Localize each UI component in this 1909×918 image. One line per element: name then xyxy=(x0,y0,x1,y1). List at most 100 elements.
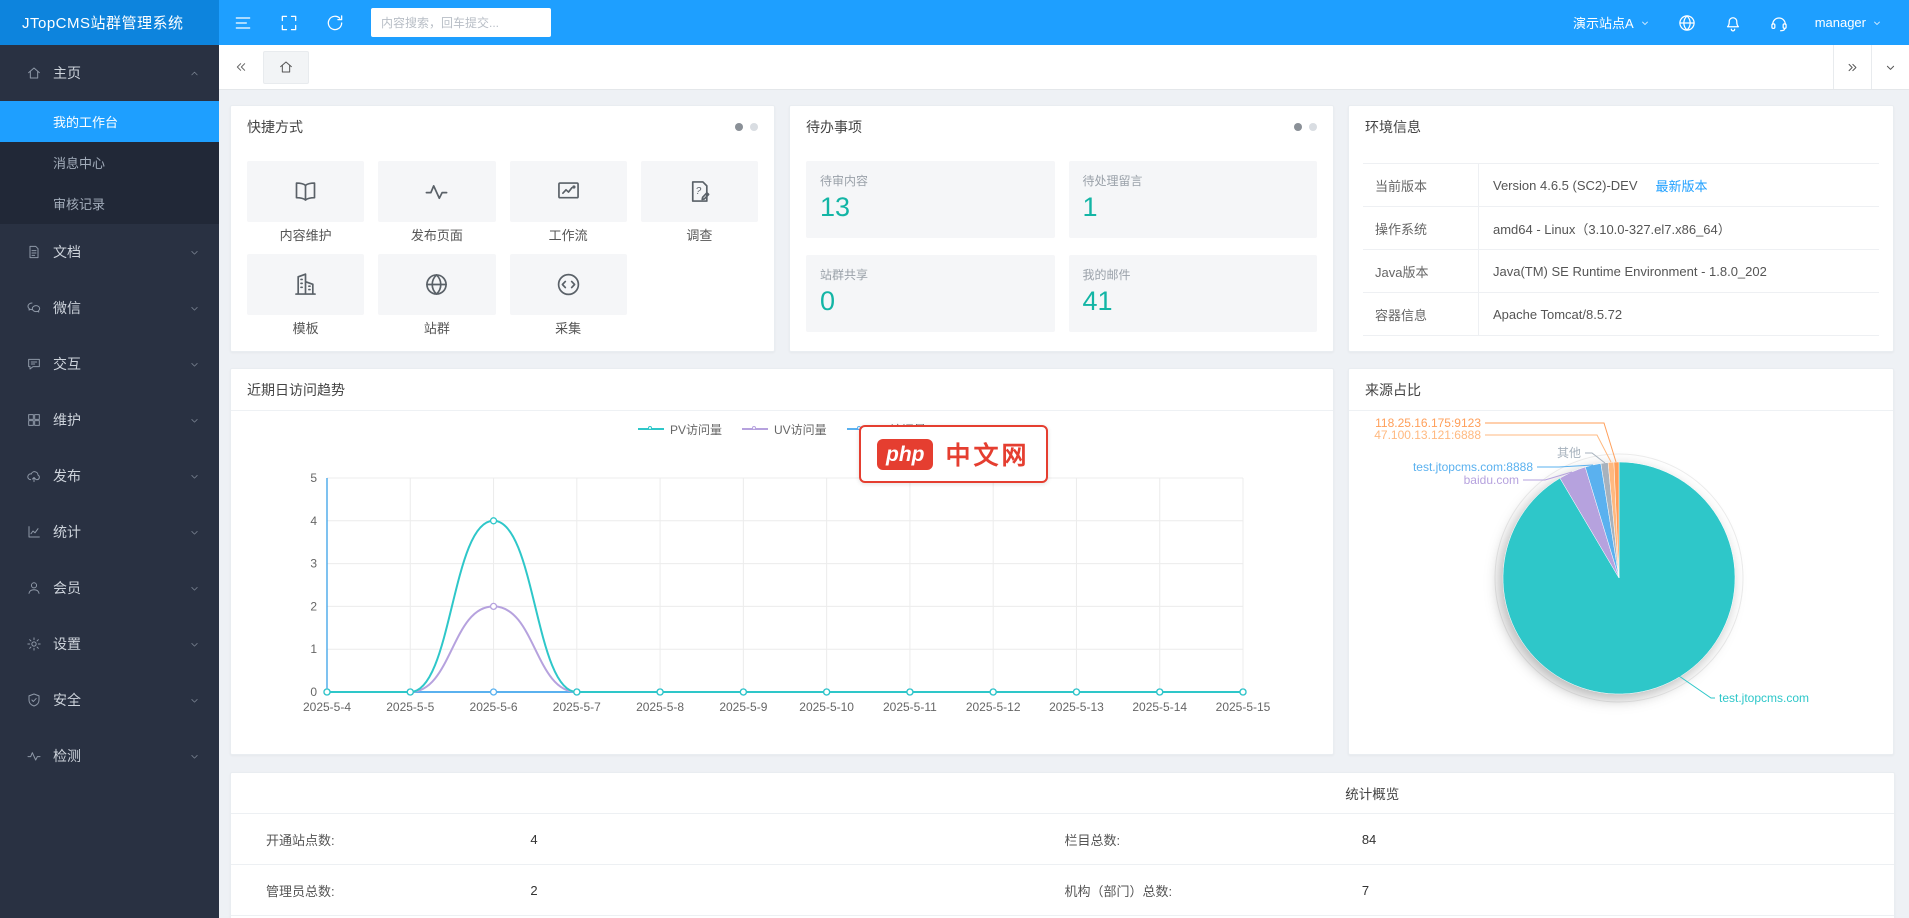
support-headset-icon[interactable] xyxy=(1769,13,1789,33)
card-title: 近期日访问趋势 xyxy=(247,380,345,400)
tab-home[interactable] xyxy=(263,51,309,84)
pie-label: baidu.com xyxy=(1464,473,1519,487)
stats-row: 开通站点数: 4 栏目总数: 84 xyxy=(231,814,1894,865)
shortcut-template[interactable]: 模板 xyxy=(247,254,364,337)
refresh-icon[interactable] xyxy=(325,13,345,33)
x-axis-label: 2025-5-5 xyxy=(386,700,434,714)
sidebar-item-home[interactable]: 主页 xyxy=(0,45,219,101)
sidebar-item-security[interactable]: 安全 xyxy=(0,672,219,728)
carousel-dot[interactable] xyxy=(1309,123,1317,131)
notifications-bell-icon[interactable] xyxy=(1723,13,1743,33)
todo-count: 13 xyxy=(820,192,1041,223)
data-point-marker xyxy=(491,689,497,695)
tabs-scroll-left-button[interactable] xyxy=(219,45,263,89)
x-axis-label: 2025-5-15 xyxy=(1216,700,1271,714)
env-row-java: Java版本 Java(TM) SE Runtime Environment -… xyxy=(1363,250,1879,293)
card-title: 来源占比 xyxy=(1365,380,1421,400)
template-icon xyxy=(292,271,319,298)
pie-label: test.jtopcms.com:8888 xyxy=(1413,460,1533,474)
sidebar-item-audit-records[interactable]: 审核记录 xyxy=(0,183,219,224)
sidebar-item-label: 主页 xyxy=(53,63,81,83)
pulse-icon xyxy=(423,178,450,205)
card-title: 快捷方式 xyxy=(247,117,303,137)
sidebar-item-workbench[interactable]: 我的工作台 xyxy=(0,101,219,142)
sidebar-item-maintenance[interactable]: 维护 xyxy=(0,392,219,448)
sidebar-item-label: 检测 xyxy=(53,746,81,766)
sidebar-item-wechat[interactable]: 微信 xyxy=(0,280,219,336)
todo-sitegroup-share[interactable]: 站群共享 0 xyxy=(806,255,1055,332)
env-row-container: 容器信息 Apache Tomcat/8.5.72 xyxy=(1363,293,1879,336)
shortcut-site-group[interactable]: 站群 xyxy=(378,254,495,337)
app-logo[interactable]: JTopCMS站群管理系统 xyxy=(0,0,219,45)
sidebar-item-settings[interactable]: 设置 xyxy=(0,616,219,672)
home-icon xyxy=(26,65,42,81)
book-icon xyxy=(292,178,319,205)
sidebar-item-documents[interactable]: 文档 xyxy=(0,224,219,280)
carousel-dot[interactable] xyxy=(750,123,758,131)
trend-line-chart[interactable]: 0123452025-5-42025-5-52025-5-62025-5-720… xyxy=(231,447,1333,729)
legend-marker-icon xyxy=(638,426,664,432)
data-point-marker xyxy=(324,689,330,695)
home-icon xyxy=(278,59,294,75)
y-axis-label: 3 xyxy=(310,557,317,571)
data-point-marker xyxy=(990,689,996,695)
data-point-marker xyxy=(1073,689,1079,695)
language-globe-icon[interactable] xyxy=(1677,13,1697,33)
sidebar-item-label: 维护 xyxy=(53,410,81,430)
workflow-icon xyxy=(555,178,582,205)
latest-version-link[interactable]: 最新版本 xyxy=(1656,176,1708,195)
todo-card: 待办事项 待审内容 13 待处理留言 1 站群共享 0 xyxy=(789,105,1334,352)
gear-icon xyxy=(26,636,42,652)
app-title: JTopCMS站群管理系统 xyxy=(22,12,184,33)
x-axis-label: 2025-5-10 xyxy=(799,700,854,714)
todo-my-mail[interactable]: 我的邮件 41 xyxy=(1069,255,1318,332)
shortcut-workflow[interactable]: 工作流 xyxy=(510,161,627,244)
sidebar-item-members[interactable]: 会员 xyxy=(0,560,219,616)
watermark-text: 中文网 xyxy=(945,436,1029,472)
sidebar-item-statistics[interactable]: 统计 xyxy=(0,504,219,560)
carousel-dot-active[interactable] xyxy=(1294,123,1302,131)
site-selector-label: 演示站点A xyxy=(1573,13,1634,32)
x-axis-label: 2025-5-11 xyxy=(883,700,937,714)
pie-label: 47.100.13.121:6888 xyxy=(1374,428,1481,442)
shortcut-collect[interactable]: 采集 xyxy=(510,254,627,337)
user-icon xyxy=(26,580,42,596)
tabs-menu-button[interactable] xyxy=(1871,45,1909,89)
sidebar-item-publish[interactable]: 发布 xyxy=(0,448,219,504)
chevron-down-icon xyxy=(188,414,201,427)
card-title: 环境信息 xyxy=(1365,117,1421,137)
pulse-icon xyxy=(26,748,42,764)
fullscreen-icon[interactable] xyxy=(279,13,299,33)
todo-count: 1 xyxy=(1083,192,1304,223)
watermark-php-cn: php 中文网 xyxy=(859,425,1048,483)
tabs-scroll-right-button[interactable] xyxy=(1833,45,1871,89)
legend-label: PV访问量 xyxy=(670,421,722,438)
site-selector[interactable]: 演示站点A xyxy=(1573,13,1651,32)
shortcut-content-maintenance[interactable]: 内容维护 xyxy=(247,161,364,244)
chevron-down-icon xyxy=(188,750,201,763)
chevron-down-icon xyxy=(188,302,201,315)
php-logo: php xyxy=(877,439,933,470)
legend-item[interactable]: PV访问量 xyxy=(638,421,722,438)
user-menu[interactable]: manager xyxy=(1815,15,1883,30)
x-axis-label: 2025-5-7 xyxy=(553,700,601,714)
sidebar-item-message-center[interactable]: 消息中心 xyxy=(0,142,219,183)
todo-pending-messages[interactable]: 待处理留言 1 xyxy=(1069,161,1318,238)
sidebar-item-interaction[interactable]: 交互 xyxy=(0,336,219,392)
legend-item[interactable]: UV访问量 xyxy=(742,421,827,438)
shortcut-publish-page[interactable]: 发布页面 xyxy=(378,161,495,244)
source-pie-chart[interactable]: test.jtopcms.combaidu.comtest.jtopcms.co… xyxy=(1349,411,1893,753)
search-input[interactable] xyxy=(371,8,551,37)
carousel-dot-active[interactable] xyxy=(735,123,743,131)
sidebar-toggle-icon[interactable] xyxy=(233,13,253,33)
sidebar-item-label: 发布 xyxy=(53,466,81,486)
chevron-down-icon xyxy=(188,358,201,371)
document-icon xyxy=(26,244,42,260)
sidebar-item-label: 会员 xyxy=(53,578,81,598)
legend-label: UV访问量 xyxy=(774,421,827,438)
svg-text:?: ? xyxy=(695,186,701,197)
wechat-icon xyxy=(26,300,42,316)
sidebar-item-inspection[interactable]: 检测 xyxy=(0,728,219,784)
shortcut-survey[interactable]: ? 调查 xyxy=(641,161,758,244)
todo-pending-content[interactable]: 待审内容 13 xyxy=(806,161,1055,238)
